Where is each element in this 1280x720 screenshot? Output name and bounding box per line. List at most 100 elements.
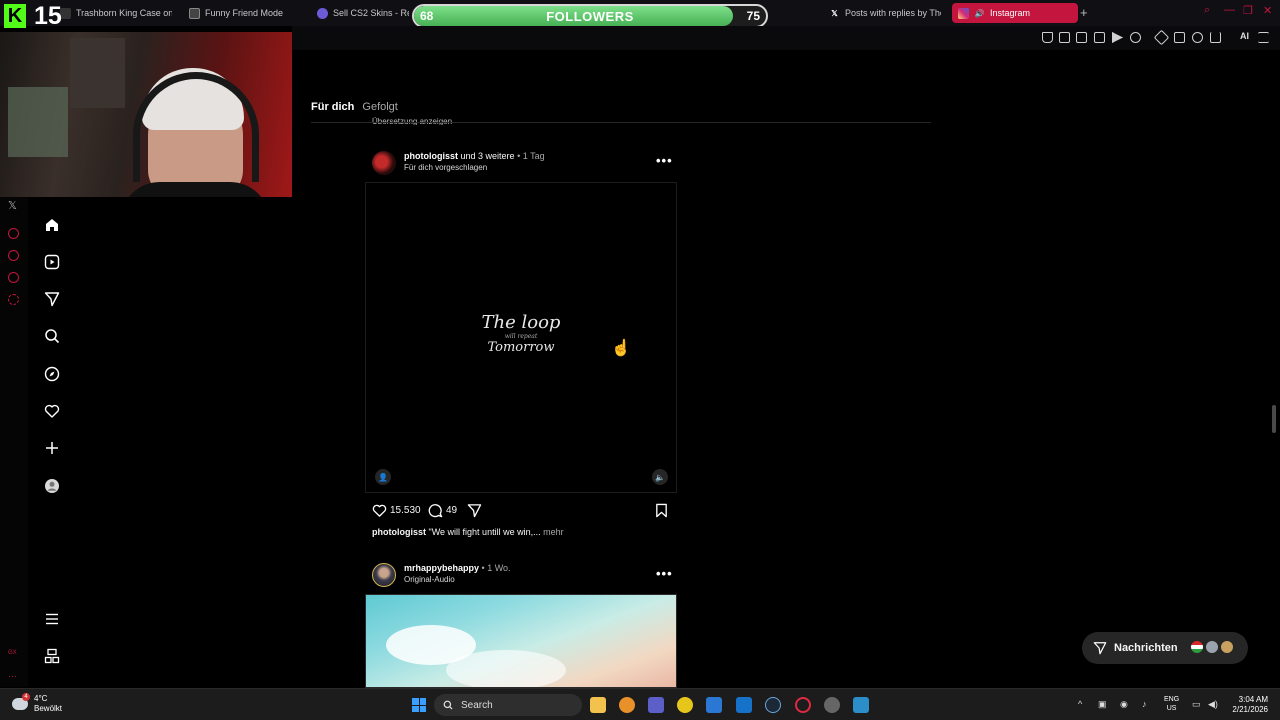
reels-icon[interactable] [44, 254, 60, 270]
share-action[interactable] [467, 503, 482, 518]
lang-line1: ENG [1164, 696, 1180, 703]
search-tabs-icon[interactable]: ⌕ [1204, 4, 1210, 17]
explore-icon[interactable] [44, 366, 60, 382]
tab-for-you[interactable]: Für dich [311, 101, 354, 113]
messenger-icon[interactable] [8, 272, 19, 283]
goal-max: 75 [746, 9, 760, 23]
teams-icon[interactable] [648, 697, 664, 713]
post-more-options-button[interactable]: ••• [656, 566, 673, 581]
like-icon[interactable] [372, 503, 387, 518]
save-action[interactable] [654, 503, 669, 518]
post-time: 1 Tag [522, 151, 545, 161]
new-tab-button[interactable]: + [1080, 5, 1088, 20]
gx-icon[interactable]: GX [8, 650, 19, 661]
direct-icon[interactable] [44, 291, 60, 307]
notifications-icon[interactable] [44, 403, 60, 419]
x-sidebar-icon[interactable]: 𝕏 [8, 199, 17, 212]
sidebar-app-icon[interactable] [8, 228, 19, 239]
post-subtitle: Für dich vorgeschlagen [404, 163, 488, 172]
create-icon[interactable] [44, 440, 60, 456]
profile-icon[interactable] [44, 478, 60, 494]
tab-funny-friend-mode[interactable]: Funny Friend Mode [189, 3, 301, 23]
bookmark-icon[interactable] [654, 503, 669, 518]
post-subtitle[interactable]: Original-Audio [404, 574, 511, 585]
taskbar-search[interactable]: Search [434, 694, 582, 716]
post-coauthors[interactable]: und 3 weitere [461, 151, 515, 161]
comment-action[interactable]: 49 [428, 503, 457, 518]
play-icon[interactable] [1112, 32, 1123, 43]
webcam-background-shelf [8, 87, 68, 157]
firefox-icon[interactable] [619, 697, 635, 713]
pin-icon[interactable] [1042, 32, 1053, 43]
comment-count: 49 [446, 505, 458, 516]
weather-widget[interactable]: 4 4°C Bewölkt [12, 693, 62, 714]
file-explorer-icon[interactable] [590, 697, 606, 713]
home-icon[interactable] [44, 217, 60, 233]
tab-x-posts[interactable]: 𝕏 Posts with replies by Thor [829, 3, 941, 23]
microphone-icon[interactable]: ♪ [1142, 699, 1147, 709]
see-translation-link[interactable]: Übersetzung anzeigen [372, 117, 452, 125]
separator-dot: • [481, 563, 485, 573]
download-icon[interactable] [1210, 32, 1221, 43]
messages-button[interactable]: Nachrichten [1082, 632, 1248, 664]
language-indicator[interactable]: ENG US [1164, 695, 1179, 713]
opera-gx-icon[interactable] [795, 697, 811, 713]
weather-badge: 4 [22, 693, 30, 701]
ai-button[interactable]: AI [1240, 31, 1249, 41]
discord-icon[interactable]: ◉ [1120, 699, 1128, 710]
post-username[interactable]: mrhappybehappy [404, 563, 479, 573]
tray-chevron-icon[interactable]: ^ [1078, 699, 1082, 709]
shield-icon[interactable] [1076, 32, 1087, 43]
post-media[interactable] [365, 594, 677, 688]
avatar[interactable] [372, 563, 396, 587]
post-username[interactable]: photologisst [404, 151, 458, 161]
screenshot-icon[interactable] [1059, 32, 1070, 43]
extension-icon[interactable] [1153, 29, 1170, 46]
windows-start-icon[interactable] [412, 698, 426, 712]
app-icon[interactable] [824, 697, 840, 713]
app-icon[interactable] [677, 697, 693, 713]
more-icon[interactable]: … [8, 669, 19, 680]
comment-icon[interactable] [428, 503, 443, 518]
menu-icon[interactable] [44, 611, 60, 627]
browser-menu-icon[interactable] [1258, 32, 1269, 43]
minimize-icon[interactable]: — [1224, 4, 1235, 16]
history-icon[interactable] [8, 250, 19, 261]
translate-icon[interactable] [1094, 32, 1105, 43]
search-icon[interactable] [44, 328, 60, 344]
threads-icon[interactable] [44, 648, 60, 664]
streamer-headset [133, 72, 259, 182]
tagged-users-icon[interactable]: 👤 [375, 469, 391, 485]
volume-icon[interactable]: ◀) [1208, 699, 1218, 710]
steam-icon[interactable] [765, 697, 781, 713]
tab-following[interactable]: Gefolgt [362, 101, 397, 113]
close-icon[interactable]: ✕ [1263, 4, 1272, 17]
tray-app-icon[interactable]: ▣ [1098, 699, 1107, 710]
maximize-icon[interactable]: ❐ [1243, 4, 1253, 17]
post-more-options-button[interactable]: ••• [656, 153, 673, 168]
share-icon[interactable] [467, 503, 482, 518]
tab-favicon [189, 7, 200, 19]
viewer-count: 15 [34, 2, 62, 30]
settings-icon[interactable] [8, 294, 19, 305]
account-icon[interactable] [1192, 32, 1203, 43]
post-header-text: mrhappybehappy • 1 Wo. Original-Audio [404, 563, 511, 585]
avatar[interactable] [372, 151, 396, 175]
tab-instagram[interactable]: 🔊 Instagram [952, 3, 1078, 23]
tab-sell-cs2-skins[interactable]: Sell CS2 Skins - Real [317, 3, 409, 23]
taskbar-clock[interactable]: 3:04 AM 2/21/2026 [1224, 695, 1268, 715]
store-icon[interactable] [706, 697, 722, 713]
like-action[interactable]: 15.530 [372, 503, 421, 518]
mail-icon[interactable] [736, 697, 752, 713]
x-logo-icon: 𝕏 [831, 8, 838, 18]
display-icon[interactable]: ▭ [1192, 699, 1201, 710]
caption-username[interactable]: photologisst [372, 527, 426, 537]
tab-trashborn[interactable]: Trashborn King Case on C [60, 3, 172, 23]
puzzle-icon[interactable] [1174, 32, 1185, 43]
heart-icon[interactable] [1130, 32, 1141, 43]
speaker-icon[interactable]: 🔊 [974, 8, 985, 19]
app-icon[interactable] [853, 697, 869, 713]
page-scrollbar[interactable] [1272, 405, 1276, 433]
volume-icon[interactable]: 🔈 [652, 469, 668, 485]
caption-more-link[interactable]: mehr [543, 527, 564, 537]
